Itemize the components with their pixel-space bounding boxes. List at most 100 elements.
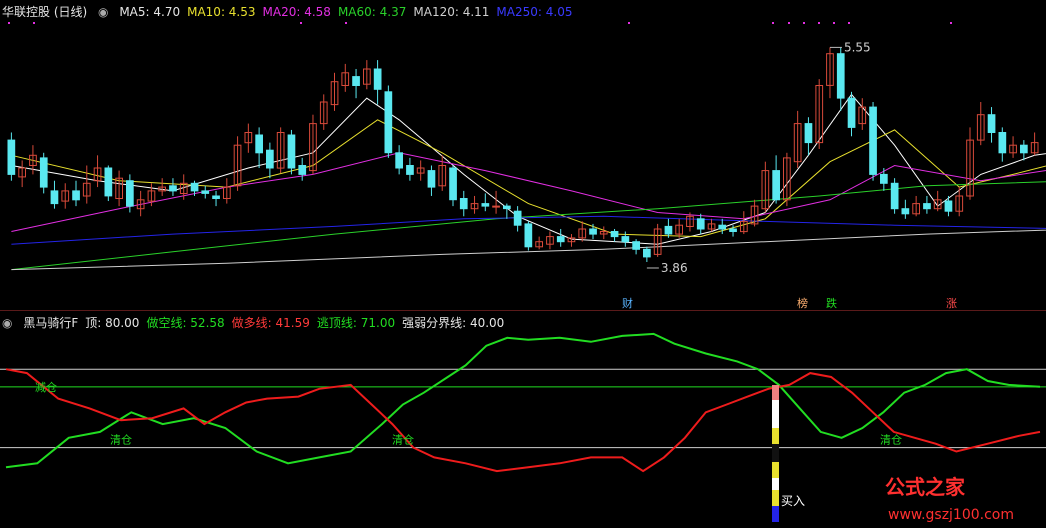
candle-body <box>255 134 264 154</box>
indicator-legend-item-5: 强弱分界线: 40.00 <box>402 316 505 330</box>
candle-body <box>126 180 134 207</box>
candle-body <box>836 53 845 99</box>
indicator-legend-item-4: 逃顶线: 71.00 <box>316 316 396 330</box>
candle-body <box>987 114 996 133</box>
candle-body <box>373 68 382 90</box>
candle-body <box>890 182 899 210</box>
annotation-label: 清仓 <box>110 433 132 447</box>
signal-dot <box>833 22 835 24</box>
buy-signal-segment <box>772 478 779 490</box>
candle-body <box>212 195 220 199</box>
candle-body <box>621 236 630 243</box>
candle-body <box>503 205 511 210</box>
annotation-label: 减仓 <box>35 380 57 394</box>
settings-icon[interactable]: ◉ <box>98 5 108 19</box>
candle-body <box>772 170 780 201</box>
indicator-panel-header: ◉ 黑马骑行F 顶: 80.00 做空线: 52.58 做多线: 41.59 逃顶线: … <box>2 315 518 331</box>
buy-label: 买入 <box>781 494 805 508</box>
signal-dot <box>772 22 774 24</box>
candle-body <box>395 152 403 169</box>
candle-body <box>610 231 619 238</box>
candle-body <box>449 167 457 201</box>
candle-body <box>201 190 210 194</box>
ma-legend: MA5: 4.70 MA10: 4.53 MA20: 4.58 MA60: 4.37 M… <box>119 5 579 19</box>
price-panel-header: 华联控股 (日线) ◉ MA5: 4.70 MA10: 4.53 MA20: 4.5… <box>2 4 586 20</box>
event-tag: 跌 <box>826 296 837 310</box>
event-tag: 涨 <box>946 297 957 310</box>
signal-dot <box>788 22 790 24</box>
signal-dot <box>818 22 820 24</box>
annotation-label: 清仓 <box>392 433 414 447</box>
buy-signal-segment <box>772 428 779 444</box>
candle-body <box>406 165 414 175</box>
candle-body <box>556 236 565 243</box>
watermark-url: www.gszj100.com <box>888 507 1014 523</box>
candle-body <box>39 157 48 188</box>
indicator-legend-item-2: 做空线: 52.58 <box>146 316 225 330</box>
signal-dot <box>628 22 630 24</box>
candle-body <box>50 190 59 205</box>
buy-signal-segment <box>772 385 779 400</box>
candle-body <box>923 203 931 210</box>
candle-body <box>352 76 360 86</box>
candle-body <box>847 97 856 128</box>
candle-body <box>513 210 522 226</box>
high-label: 5.55 <box>844 40 871 54</box>
panel-divider <box>0 310 1046 311</box>
low-label: 3.86 <box>661 261 688 275</box>
chart-canvas: 5.55 3.86 财 榜 跌 涨减仓清仓 清仓 清仓买入 公式之家 www.gszj100.co… <box>0 22 1046 523</box>
ma-legend-item-2: MA20: 4.58 <box>262 5 331 19</box>
candle-body <box>880 173 888 184</box>
ma-legend-item-3: MA60: 4.37 <box>337 5 407 19</box>
candle-body <box>632 241 640 250</box>
candle-body <box>804 123 813 144</box>
candle-body <box>589 228 597 235</box>
indicator-legend: 黑马骑行F 顶: 80.00 做空线: 52.58 做多线: 41.59 逃顶线: 71… <box>23 316 511 330</box>
candle-body <box>643 248 651 258</box>
indicator-line-做多线 <box>5 368 1041 473</box>
annotation-label: 清仓 <box>880 433 902 447</box>
buy-signal-segment <box>772 490 779 506</box>
candle-body <box>944 200 953 212</box>
signal-dot <box>803 22 805 24</box>
candle-body <box>427 170 436 188</box>
indicator-legend-item-1: 顶: 80.00 <box>85 316 140 330</box>
candle-body <box>718 224 727 230</box>
event-tag: 财 <box>622 296 633 310</box>
candle-body <box>492 205 500 208</box>
buy-signal-segment <box>772 506 779 522</box>
candle-body <box>696 218 705 230</box>
signal-dot <box>345 22 347 24</box>
candle-body <box>459 198 468 210</box>
settings-icon-2[interactable]: ◉ <box>2 316 12 330</box>
indicator-legend-item-0: 黑马骑行F <box>23 316 79 330</box>
candle-body <box>104 167 113 197</box>
signal-dot <box>950 22 952 24</box>
buy-signal-segment <box>772 400 779 428</box>
candle-body <box>190 182 199 192</box>
candle-body <box>298 165 307 175</box>
ma-legend-item-5: MA250: 4.05 <box>496 5 573 19</box>
symbol-title: 华联控股 (日线) <box>2 5 88 19</box>
candle-body <box>869 106 877 175</box>
candle-body <box>266 149 274 169</box>
ma-legend-item-4: MA120: 4.11 <box>413 5 490 19</box>
candle-body <box>998 132 1007 154</box>
ma-legend-item-1: MA10: 4.53 <box>187 5 256 19</box>
candle-body <box>524 223 533 248</box>
candle-body <box>481 203 490 207</box>
signal-dot <box>848 22 850 24</box>
buy-signal-segment <box>772 462 779 478</box>
indicator-legend-item-3: 做多线: 41.59 <box>231 316 310 330</box>
buy-signal-segment <box>772 444 779 462</box>
candle-body <box>664 225 673 235</box>
signal-dot <box>33 22 35 24</box>
candle-body <box>1020 144 1028 154</box>
candle-body <box>384 91 393 154</box>
ma-line-MA10 <box>11 119 1046 238</box>
signal-dot <box>300 22 302 24</box>
signal-dot <box>8 22 10 24</box>
candle-body <box>729 228 737 232</box>
watermark-text: 公式之家 <box>885 475 966 499</box>
candle-body <box>169 185 177 192</box>
